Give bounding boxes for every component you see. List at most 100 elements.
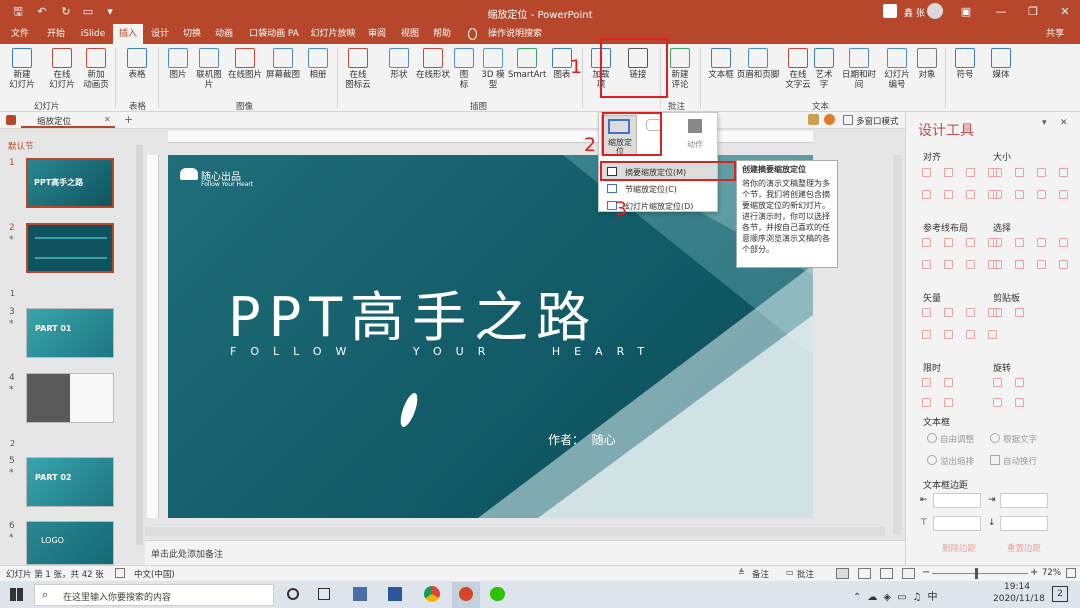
normal-view-icon[interactable] [836,568,849,579]
taskbar-search[interactable]: ⌕ 在这里输入你要搜索的内容 [34,584,274,606]
tab-help[interactable]: 帮助 [428,24,456,44]
shapes-button[interactable]: 形状 [386,48,412,80]
notes-placeholder[interactable]: 单击此处添加备注 [151,547,223,560]
radio-label[interactable]: 自由调整 [940,433,974,445]
comments-button[interactable]: 批注 [797,568,814,580]
tab-insert[interactable]: 插入 [113,24,143,44]
system-tray-icons[interactable]: ⌃☁◈▭♫中 [853,588,943,603]
new-tab-icon[interactable]: + [124,113,133,126]
radio-icon[interactable] [927,433,937,443]
design-tool-icon[interactable] [944,260,953,269]
tab-animations[interactable]: 动画 [210,24,238,44]
icon-cloud-button[interactable]: 在线 图标云 [343,48,373,90]
design-tool-icon[interactable] [922,330,931,339]
chrome-icon[interactable] [424,586,440,602]
multiwindow-icon[interactable] [843,115,853,125]
reading-view-icon[interactable] [880,568,893,579]
margin-left-input[interactable] [933,493,981,508]
design-tool-icon[interactable] [944,168,953,177]
online-picture-button[interactable]: 联机图片 [193,48,225,90]
slide-thumbnail-5[interactable]: PART 02 [26,457,114,507]
zoom-slider-thumb[interactable] [975,568,978,579]
header-footer-button[interactable]: 页眉和页脚 [736,48,780,80]
3d-model-button[interactable]: 3D 模 型 [480,48,506,90]
word-cloud-button[interactable]: 在线 文字云 [783,48,813,90]
radio-label[interactable]: 溢出缩排 [940,455,974,467]
design-tool-icon[interactable] [1037,260,1046,269]
tab-home[interactable]: 开始 [42,24,70,44]
multiwindow-label[interactable]: 多窗口模式 [856,115,899,127]
design-tool-icon[interactable] [1015,398,1024,407]
section-default[interactable]: 默认节 [8,140,34,152]
plugin-icon[interactable] [808,114,819,125]
checkbox-icon[interactable] [990,455,1000,465]
design-tool-icon[interactable] [1037,168,1046,177]
tab-design[interactable]: 设计 [146,24,174,44]
media-button[interactable]: 媒体 [990,48,1012,80]
tab-transitions[interactable]: 切换 [178,24,206,44]
section-2[interactable]: 2 [10,439,15,448]
symbol-button[interactable]: 符号 [953,48,977,80]
design-tool-icon[interactable] [944,238,953,247]
pane-close-icon[interactable]: ✕ [1060,118,1068,128]
doc-tab-close-icon[interactable]: ✕ [104,115,111,124]
wordart-button[interactable]: 艺术字 [812,48,836,90]
smartart-button[interactable]: SmartArt [508,48,546,80]
picture-button[interactable]: 图片 [165,48,191,80]
design-tool-icon[interactable] [1037,238,1046,247]
design-tool-icon[interactable] [922,168,931,177]
design-tool-icon[interactable] [1015,168,1024,177]
new-slide-button[interactable]: 新建 幻灯片 [6,48,38,90]
notes-pane[interactable]: 单击此处添加备注 [145,540,905,565]
design-tool-icon[interactable] [1059,168,1068,177]
object-button[interactable]: 对象 [915,48,939,80]
section-1[interactable]: 1 [10,289,15,298]
design-tool-icon[interactable] [966,260,975,269]
online-slide-button[interactable]: 在线 幻灯片 [46,48,78,90]
radio-label[interactable]: 根据文字 [1003,433,1037,445]
avatar[interactable] [927,3,943,19]
design-tool-icon[interactable] [1059,260,1068,269]
close-icon[interactable]: ✕ [1057,4,1073,20]
design-tool-icon[interactable] [922,238,931,247]
slide-number-button[interactable]: 幻灯片 编号 [882,48,912,90]
notes-button[interactable]: 备注 [752,568,769,580]
tab-pocket-animation[interactable]: 口袋动画 PA [244,24,304,44]
slideshow-icon[interactable] [902,568,915,579]
design-tool-icon[interactable] [1059,238,1068,247]
margin-top-input[interactable] [933,516,981,531]
spellcheck-icon[interactable] [115,568,125,578]
delete-margin-button[interactable]: 删除边距 [942,542,976,554]
minimize-icon[interactable]: — [993,4,1009,20]
pane-menu-icon[interactable]: ▾ [1042,118,1047,128]
zoom-slider[interactable] [932,573,1028,574]
table-button[interactable]: 表格 [122,48,152,80]
online-shapes-button[interactable]: 在线形状 [414,48,452,80]
notification-badge[interactable]: 2 [1052,586,1068,602]
design-tool-icon[interactable] [922,308,931,317]
icons-button[interactable]: 图 标 [453,48,475,90]
canvas-vertical-scrollbar[interactable] [893,155,902,535]
textbox-button[interactable]: 文本框 [706,48,736,80]
zoom-level[interactable]: 72% [1042,568,1061,578]
design-tool-icon[interactable] [1059,190,1068,199]
ribbon-display-icon[interactable]: ▣ [958,4,974,20]
design-tool-icon[interactable] [993,260,1002,269]
design-tool-icon[interactable] [944,398,953,407]
design-tool-icon[interactable] [966,308,975,317]
design-tool-icon[interactable] [1015,308,1024,317]
fit-slide-icon[interactable] [1066,568,1076,578]
cortana-icon[interactable] [287,588,299,600]
restore-icon[interactable]: ❐ [1025,4,1041,20]
margin-bottom-input[interactable] [1000,516,1048,531]
tab-review[interactable]: 审阅 [363,24,391,44]
web-image-button[interactable]: 在线图片 [228,48,262,80]
design-tool-icon[interactable] [1015,190,1024,199]
design-tool-icon[interactable] [922,260,931,269]
design-tool-icon[interactable] [993,398,1002,407]
slide-thumbnail-4[interactable] [26,373,114,423]
design-tool-icon[interactable] [1015,238,1024,247]
design-tool-icon[interactable] [1015,378,1024,387]
radio-icon[interactable] [990,433,1000,443]
margin-right-input[interactable] [1000,493,1048,508]
